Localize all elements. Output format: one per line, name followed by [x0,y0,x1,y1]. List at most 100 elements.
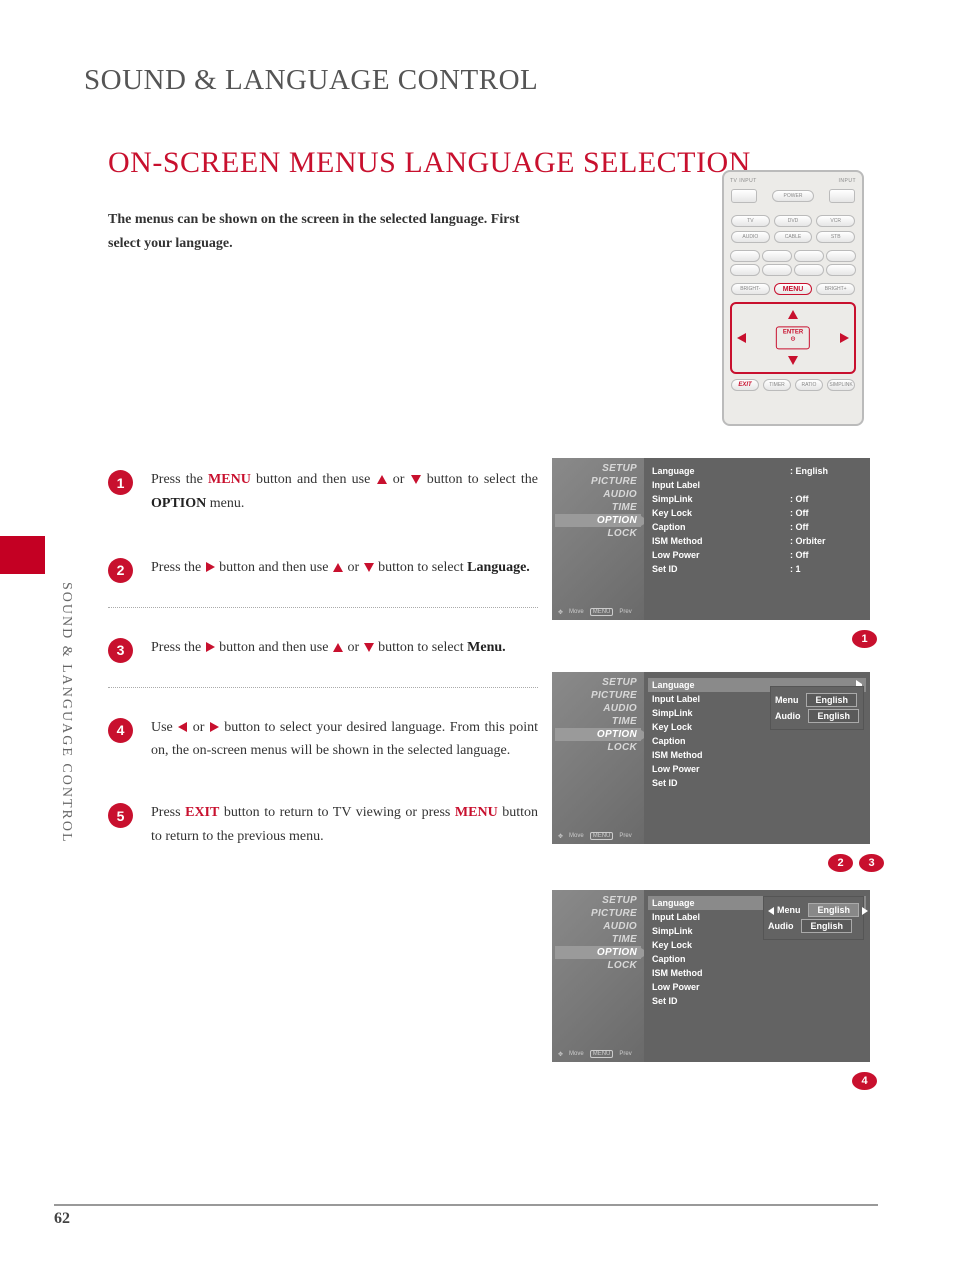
remote-dpad-right[interactable] [839,329,850,347]
intro-text: The menus can be shown on the screen in … [108,208,538,256]
osd-item-lowpower[interactable]: Low Power [652,764,700,774]
osd-value: : 1 [790,564,862,574]
osd-item-lowpower[interactable]: Low Power [652,550,700,560]
down-arrow-icon [411,475,421,484]
osd-item-keylock[interactable]: Key Lock [652,940,692,950]
popup-audio-label[interactable]: Audio [768,921,794,931]
remote-vcr-button[interactable]: VCR [816,215,855,227]
remote-tvinput-button[interactable] [731,189,757,203]
right-arrow-icon [210,722,219,732]
osd-item-language[interactable]: Language [652,680,695,690]
remote-transport-stop[interactable] [730,250,760,262]
osd-content: Language: English Input Label SimpLink: … [644,458,870,620]
menu-bold-word: Menu. [467,640,506,655]
osd-tab-lock[interactable]: LOCK [555,959,641,972]
osd-tab-option[interactable]: OPTION [555,728,641,741]
step-4: 4 Use or button to select your desired l… [108,716,538,764]
osd-item-simplink[interactable]: SimpLink [652,494,693,504]
osd-item-simplink[interactable]: SimpLink [652,926,693,936]
remote-brightminus-button[interactable]: BRIGHT- [731,283,770,295]
osd-item-inputlabel[interactable]: Input Label [652,912,700,922]
osd-value: : Off [790,508,862,518]
osd-tab-time[interactable]: TIME [555,933,641,946]
remote-timer-button[interactable]: TIMER [763,379,791,391]
osd-item-setid[interactable]: Set ID [652,564,678,574]
osd-tab-option[interactable]: OPTION [555,514,641,527]
osd-tab-picture[interactable]: PICTURE [555,689,641,702]
osd-item-ism[interactable]: ISM Method [652,968,703,978]
osd-item-inputlabel[interactable]: Input Label [652,480,700,490]
osd-item-keylock[interactable]: Key Lock [652,508,692,518]
osd-item-inputlabel[interactable]: Input Label [652,694,700,704]
popup-menu-label[interactable]: Menu [775,695,799,705]
remote-enter-button[interactable]: ENTER ⊙ [776,326,810,349]
popup-menu-value: English [808,903,859,917]
remote-menu-button[interactable]: MENU [774,283,813,295]
remote-transport-rec[interactable] [826,250,856,262]
remote-transport-play[interactable] [762,250,792,262]
osd-tab-audio[interactable]: AUDIO [555,920,641,933]
remote-ratio-button[interactable]: RATIO [795,379,823,391]
osd-item-ism[interactable]: ISM Method [652,750,703,760]
step-2: 2 Press the button and then use or butto… [108,556,538,608]
popup-menu-label[interactable]: Menu [768,905,801,915]
osd-tab-lock[interactable]: LOCK [555,527,641,540]
osd-item-setid[interactable]: Set ID [652,996,678,1006]
osd-item-setid[interactable]: Set ID [652,778,678,788]
remote-exit-button[interactable]: EXIT [731,379,759,391]
remote-tv-button[interactable]: TV [731,215,770,227]
remote-dvd-button[interactable]: DVD [774,215,813,227]
osd-value: : Off [790,550,862,560]
remote-power-button[interactable]: POWER [772,190,814,202]
osd-tab-picture[interactable]: PICTURE [555,475,641,488]
osd-tab-audio[interactable]: AUDIO [555,488,641,501]
steps-list: 1 Press the MENU button and then use or … [108,468,538,877]
osd-item-language[interactable]: Language [652,466,695,476]
remote-audio-button[interactable]: AUDIO [731,231,770,243]
osd-tab-setup[interactable]: SETUP [555,462,641,475]
remote-transport-ff[interactable] [794,264,824,276]
remote-dpad: ENTER ⊙ [730,302,856,374]
osd-item-simplink[interactable]: SimpLink [652,708,693,718]
remote-transport-next[interactable] [826,264,856,276]
osd-tab-setup[interactable]: SETUP [555,894,641,907]
step-5: 5 Press EXIT button to return to TV view… [108,801,538,849]
osd-value: : Off [790,522,862,532]
osd-item-caption[interactable]: Caption [652,736,686,746]
osd-tab-audio[interactable]: AUDIO [555,702,641,715]
remote-transport-pause[interactable] [794,250,824,262]
osd-tab-picture[interactable]: PICTURE [555,907,641,920]
page-title: SOUND & LANGUAGE CONTROL [84,64,538,97]
remote-transport-rew[interactable] [762,264,792,276]
osd2-marker: 2 3 [828,852,884,872]
osd-tab-option[interactable]: OPTION [555,946,641,959]
osd-tab-lock[interactable]: LOCK [555,741,641,754]
osd1-marker: 1 [852,628,877,648]
osd-item-keylock[interactable]: Key Lock [652,722,692,732]
remote-simplink-button[interactable]: SIMPLINK [827,379,855,391]
osd-tab-time[interactable]: TIME [555,501,641,514]
osd-item-language[interactable]: Language [652,898,695,908]
remote-stb-button[interactable]: STB [816,231,855,243]
side-accent-bar [0,536,45,574]
osd-item-caption[interactable]: Caption [652,522,686,532]
remote-dpad-up[interactable] [787,306,799,324]
remote-dpad-left[interactable] [736,329,747,347]
osd-value: : Orbiter [790,536,862,546]
osd-content: Language Input Label SimpLink Key Lock C… [644,672,870,844]
step-number: 2 [108,558,133,583]
remote-input-button[interactable] [829,189,855,203]
menu-word: MENU [208,472,251,487]
osd-item-lowpower[interactable]: Low Power [652,982,700,992]
osd-tab-time[interactable]: TIME [555,715,641,728]
osd-item-ism[interactable]: ISM Method [652,536,703,546]
osd-tab-setup[interactable]: SETUP [555,676,641,689]
remote-enter-label: ENTER [783,329,803,335]
remote-dpad-down[interactable] [787,352,799,370]
remote-cable-button[interactable]: CABLE [774,231,813,243]
remote-transport-prev[interactable] [730,264,760,276]
remote-brightplus-button[interactable]: BRIGHT+ [816,283,855,295]
remote-enter-icon: ⊙ [790,336,795,342]
osd-item-caption[interactable]: Caption [652,954,686,964]
popup-audio-label[interactable]: Audio [775,711,801,721]
